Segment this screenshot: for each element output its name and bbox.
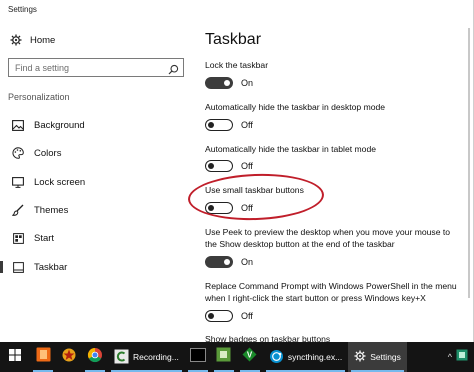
sidebar-item-label: Background — [34, 119, 85, 131]
sidebar-item-taskbar[interactable]: Taskbar — [0, 259, 188, 275]
windows-taskbar: Recording... V syncthing.ex... Settings … — [0, 342, 474, 372]
terminal-icon — [189, 347, 206, 367]
page-title: Taskbar — [205, 31, 262, 48]
toggle-switch[interactable] — [205, 119, 233, 131]
toggle-powershell[interactable]: Off — [205, 309, 253, 323]
toggle-switch[interactable] — [205, 310, 233, 322]
sidebar-item-label: Lock screen — [34, 176, 86, 188]
taskbar-icon — [11, 261, 25, 273]
windows-logo-icon — [9, 348, 21, 366]
setting-label-powershell-line2: when I right-click the start button or p… — [205, 293, 426, 303]
sidebar-item-colors[interactable]: Colors — [8, 145, 188, 161]
setting-label-autohide-desktop: Automatically hide the taskbar in deskto… — [205, 102, 386, 112]
palette-icon — [11, 147, 25, 159]
toggle-state: On — [241, 257, 254, 267]
toggle-autohide-desktop[interactable]: Off — [205, 118, 253, 132]
chevron-up-icon[interactable]: ^ — [448, 352, 452, 362]
section-label: Personalization — [8, 92, 70, 102]
monitor-icon — [11, 176, 25, 188]
sidebar-home[interactable]: Home — [10, 32, 55, 48]
taskbar-app-vim[interactable]: V — [237, 342, 263, 372]
taskbar-app-label: syncthing.ex... — [287, 352, 343, 362]
brush-icon — [11, 204, 25, 216]
svg-text:V: V — [247, 351, 253, 360]
camtasia-icon — [114, 349, 129, 366]
taskbar-pinned-chrome[interactable] — [82, 342, 108, 372]
taskbar-app-settings[interactable]: Settings — [348, 342, 407, 372]
toggle-switch[interactable] — [205, 160, 233, 172]
system-tray: ^ — [448, 348, 474, 366]
toggle-autohide-tablet[interactable]: Off — [205, 159, 253, 173]
sidebar-item-label: Taskbar — [34, 261, 68, 273]
sidebar-item-label: Themes — [34, 204, 69, 216]
app-star-icon — [61, 347, 77, 368]
syncthing-icon — [269, 349, 284, 366]
title-bar: Settings — [0, 0, 473, 22]
setting-label-lock-taskbar: Lock the taskbar — [205, 60, 269, 70]
start-button[interactable] — [0, 342, 30, 372]
chrome-icon — [87, 347, 103, 368]
sidebar-item-start[interactable]: Start — [8, 230, 188, 246]
sidebar-item-label: Start — [34, 232, 55, 244]
highlight-annotation — [187, 171, 325, 223]
taskbar-app-label: Settings — [370, 352, 401, 362]
tray-app-icon[interactable] — [456, 348, 468, 366]
settings-window: Settings Home Find a setting Personaliza… — [0, 0, 474, 342]
setting-label-peek-line1: Use Peek to preview the desktop when you… — [205, 227, 451, 237]
toggle-switch[interactable] — [205, 77, 233, 89]
scrollbar[interactable] — [468, 28, 470, 298]
taskbar-app-label: Recording... — [133, 352, 179, 362]
toggle-state: On — [241, 78, 254, 88]
app-green-icon — [216, 347, 231, 367]
start-tiles-icon — [11, 232, 25, 244]
home-gear-icon — [10, 34, 22, 46]
sidebar-item-background[interactable]: Background — [8, 117, 188, 133]
taskbar-pinned-app-1[interactable] — [30, 342, 56, 372]
sidebar-item-themes[interactable]: Themes — [8, 202, 188, 218]
taskbar-app-terminal[interactable] — [185, 342, 211, 372]
taskbar-app-green[interactable] — [211, 342, 237, 372]
sidebar-home-label: Home — [30, 34, 56, 46]
sidebar-item-label: Colors — [34, 147, 62, 159]
toggle-state: Off — [241, 311, 253, 321]
search-placeholder: Find a setting — [15, 63, 70, 73]
search-input[interactable]: Find a setting — [8, 58, 184, 77]
taskbar-app-recording[interactable]: Recording... — [108, 342, 185, 372]
search-icon[interactable] — [168, 62, 179, 80]
toggle-switch[interactable] — [205, 256, 233, 268]
picture-icon — [11, 119, 25, 131]
setting-label-peek-line2: the Show desktop button at the end of th… — [205, 239, 395, 249]
gear-icon — [354, 350, 366, 364]
window-title: Settings — [8, 5, 37, 14]
taskbar-pinned-app-2[interactable] — [56, 342, 82, 372]
setting-label-autohide-tablet: Automatically hide the taskbar in tablet… — [205, 144, 377, 154]
toggle-peek[interactable]: On — [205, 255, 253, 269]
setting-label-powershell-line1: Replace Command Prompt with Windows Powe… — [205, 281, 457, 291]
app-orange-icon — [36, 347, 51, 367]
setting-label-badges: Show badges on taskbar buttons — [205, 334, 331, 342]
vim-icon: V — [242, 347, 257, 367]
taskbar-app-syncthing[interactable]: syncthing.ex... — [263, 342, 348, 372]
sidebar-item-lock-screen[interactable]: Lock screen — [8, 174, 188, 190]
toggle-state: Off — [241, 120, 253, 130]
toggle-lock-taskbar[interactable]: On — [205, 76, 253, 90]
toggle-state: Off — [241, 161, 253, 171]
